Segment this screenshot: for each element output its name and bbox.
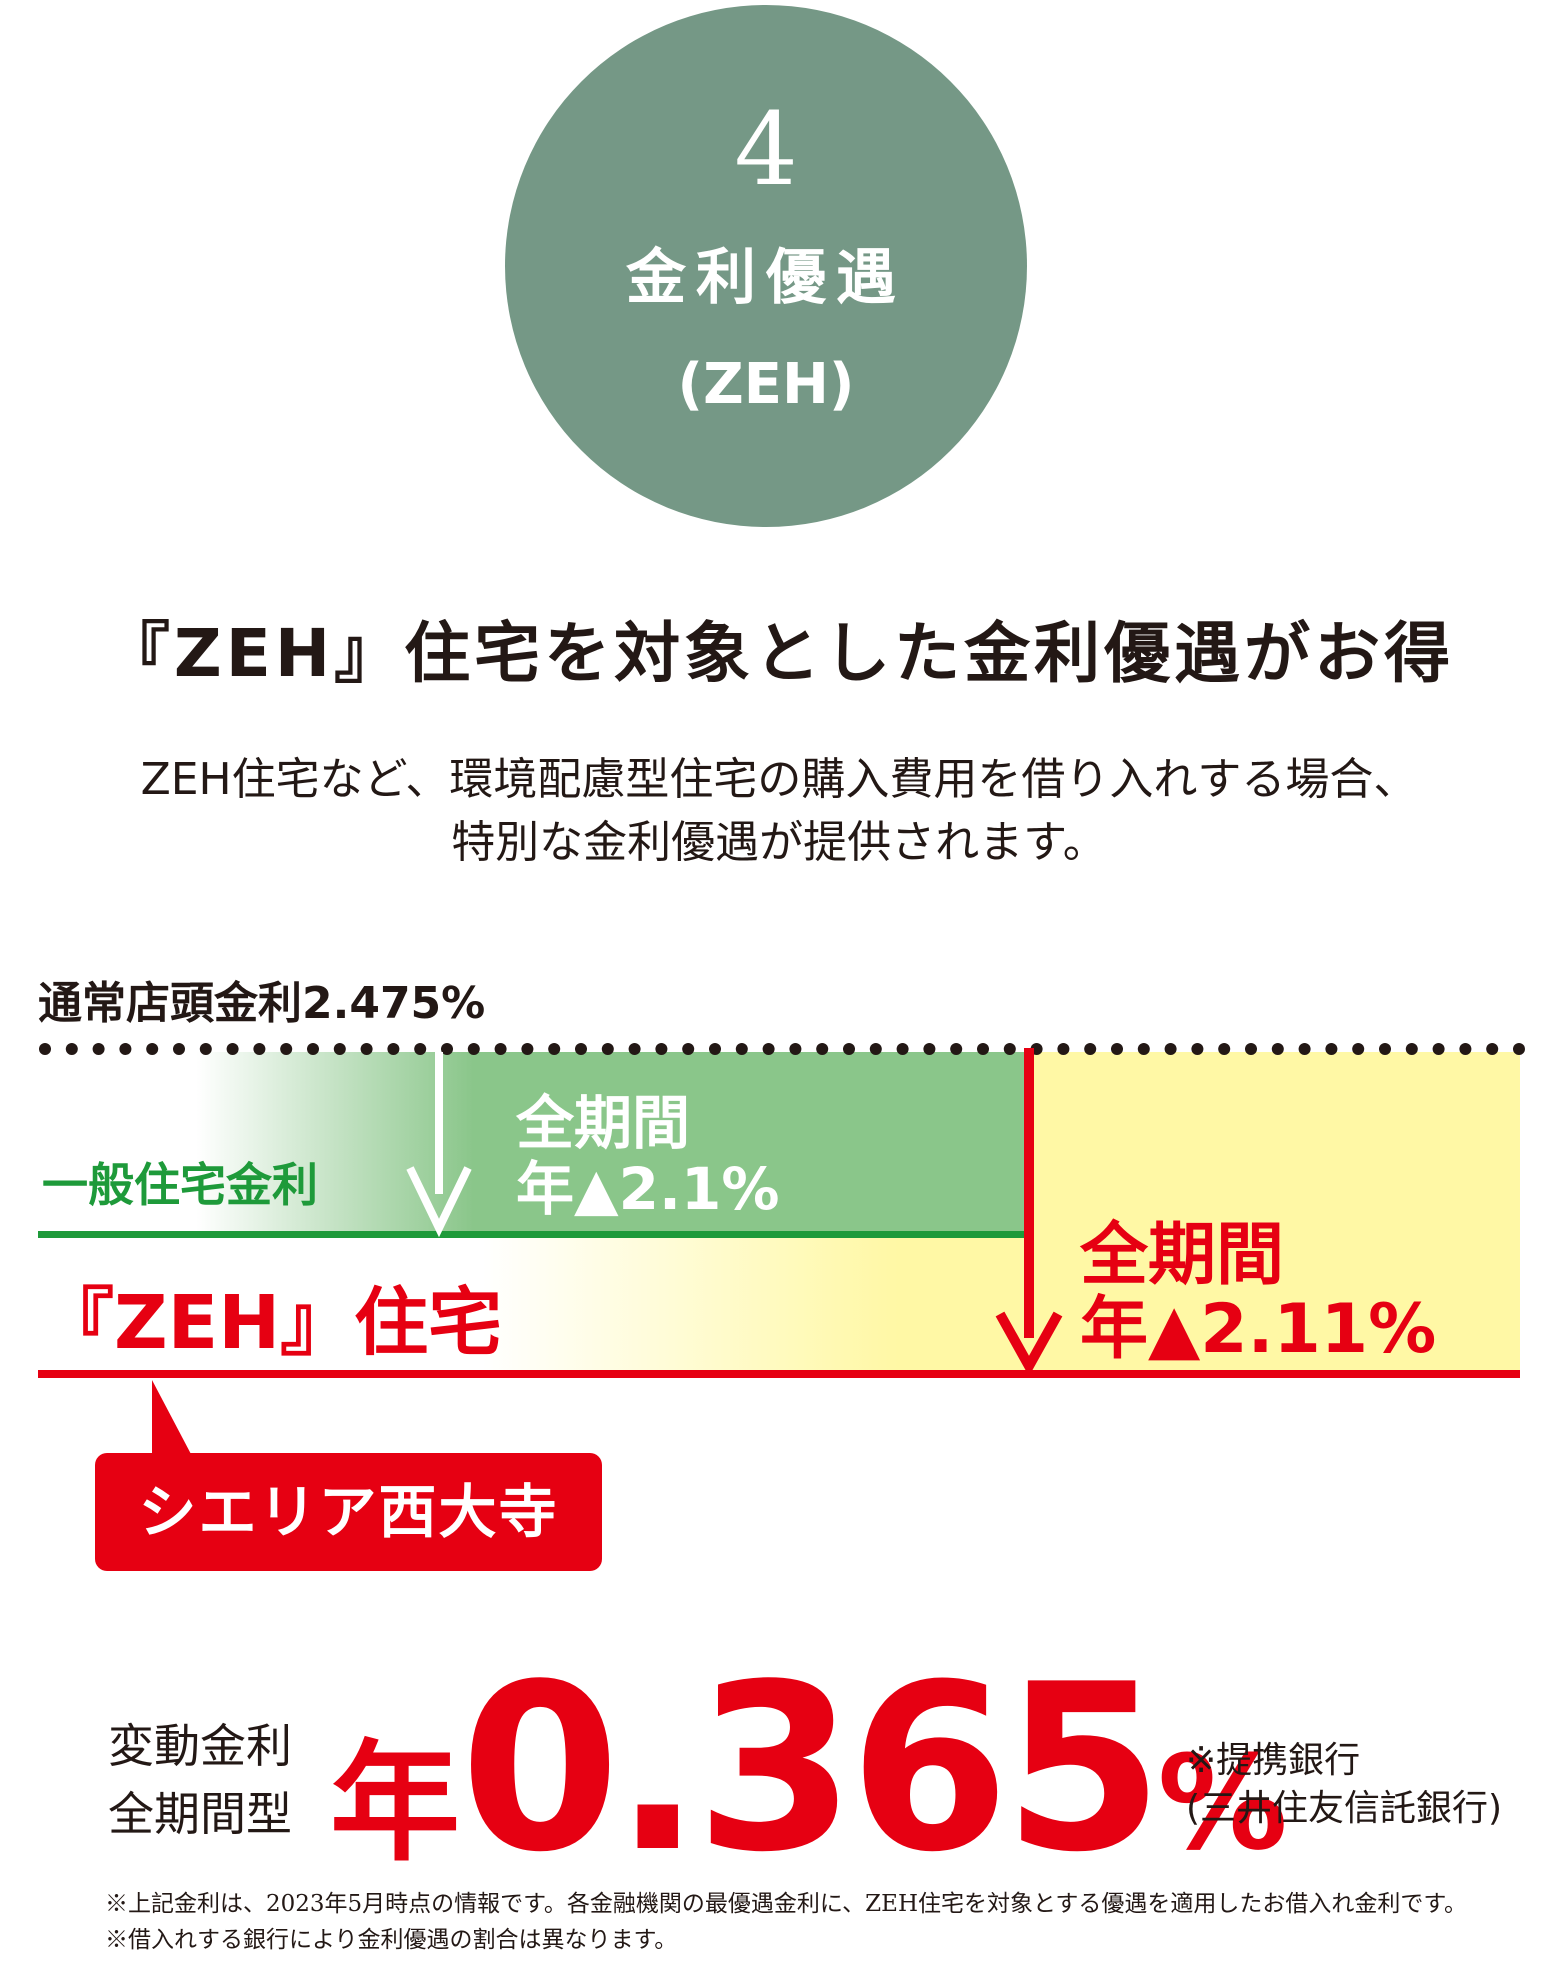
property-name: シエリア西大寺 [138,1478,559,1546]
dot [387,1043,400,1055]
dot [119,1043,132,1055]
dot [467,1043,480,1055]
dot [896,1043,909,1055]
dot [977,1043,989,1055]
dot [39,1043,51,1055]
dot [1218,1043,1231,1055]
dot [199,1043,212,1055]
dot [1245,1043,1257,1055]
intro-line-1: ZEH住宅など、環境配慮型住宅の購入費用を借り入れする場合、 [140,754,1418,805]
standard-rate-dotted-line [39,1043,1525,1055]
dot [92,1043,105,1055]
zeh-discount-period: 全期間 [1080,1216,1285,1295]
dot [173,1043,185,1055]
dot [816,1043,829,1055]
zeh-rate-line [38,1370,1520,1378]
zeh-discount-band-upper [1028,1052,1520,1236]
badge-title: 金利優遇 [626,243,906,313]
rate-prefix: 年 [330,1727,461,1879]
rate-type-line-1: 変動金利 [108,1719,292,1773]
footnote-1: ※上記金利は、2023年5月時点の情報です。各金融機関の最優遇金利に、ZEH住宅… [105,1891,1468,1917]
dot [1191,1043,1204,1055]
dot [548,1043,561,1055]
rate-value: 年0.365% [330,1636,1288,1903]
dot [1111,1043,1123,1055]
dot [575,1043,587,1055]
dot [628,1043,641,1055]
dot [333,1043,346,1055]
dot [253,1043,266,1055]
partner-bank-name: (三井住友信託銀行) [1186,1788,1503,1829]
dot [280,1043,293,1055]
headline: 『ZEH』住宅を対象とした金利優遇がお得 [103,615,1455,692]
zeh-discount-amount: 年▲2.11% [1080,1290,1437,1369]
dot [1084,1043,1097,1055]
dot [1513,1043,1525,1055]
zeh-rate-label: 『ZEH』住宅 [40,1280,503,1366]
dot [146,1043,159,1055]
dot [1271,1043,1284,1055]
dot [65,1043,78,1055]
dot [441,1043,453,1055]
dot [950,1043,963,1055]
dot [1432,1043,1445,1055]
dot [1003,1043,1016,1055]
dot [1325,1043,1338,1055]
dot [1057,1043,1070,1055]
badge-number: 4 [734,91,798,208]
general-discount-period: 全期間 [516,1089,691,1157]
dot [226,1043,239,1055]
partner-bank-note: ※提携銀行 [1186,1740,1361,1781]
dot [923,1043,936,1055]
dot [1030,1043,1043,1055]
standard-rate-label: 通常店頭金利2.475% [38,978,486,1029]
intro-line-2: 特別な金利優遇が提供されます。 [451,817,1107,868]
dot [1352,1043,1365,1055]
dot [682,1043,695,1055]
general-rate-line [38,1231,1028,1238]
dot [1298,1043,1311,1055]
callout-pointer [152,1380,192,1456]
general-rate-label: 一般住宅金利 [42,1158,318,1212]
general-discount-amount: 年▲2.1% [516,1155,780,1223]
dot [735,1043,748,1055]
dot [762,1043,775,1055]
dot [1405,1043,1418,1055]
footnote-2: ※借入れする銀行により金利優遇の割合は異なります。 [105,1927,678,1953]
badge-subtitle: (ZEH) [677,352,855,417]
section-badge: 4 金利優遇 (ZEH) [505,5,1027,527]
dot [1459,1043,1472,1055]
dot [789,1043,802,1055]
dot [521,1043,534,1055]
dot [601,1043,614,1055]
dot [1137,1043,1150,1055]
rate-number: 0.365 [460,1636,1164,1903]
dot [869,1043,882,1055]
dot [1486,1043,1499,1055]
dot [414,1043,427,1055]
dot [843,1043,855,1055]
property-callout: シエリア西大寺 [95,1453,602,1571]
dot [307,1043,319,1055]
dot [709,1043,721,1055]
dot [1379,1043,1391,1055]
dot [360,1043,373,1055]
dot [494,1043,507,1055]
rate-type-line-2: 全期間型 [108,1787,292,1841]
dot [1164,1043,1177,1055]
dot [655,1043,668,1055]
